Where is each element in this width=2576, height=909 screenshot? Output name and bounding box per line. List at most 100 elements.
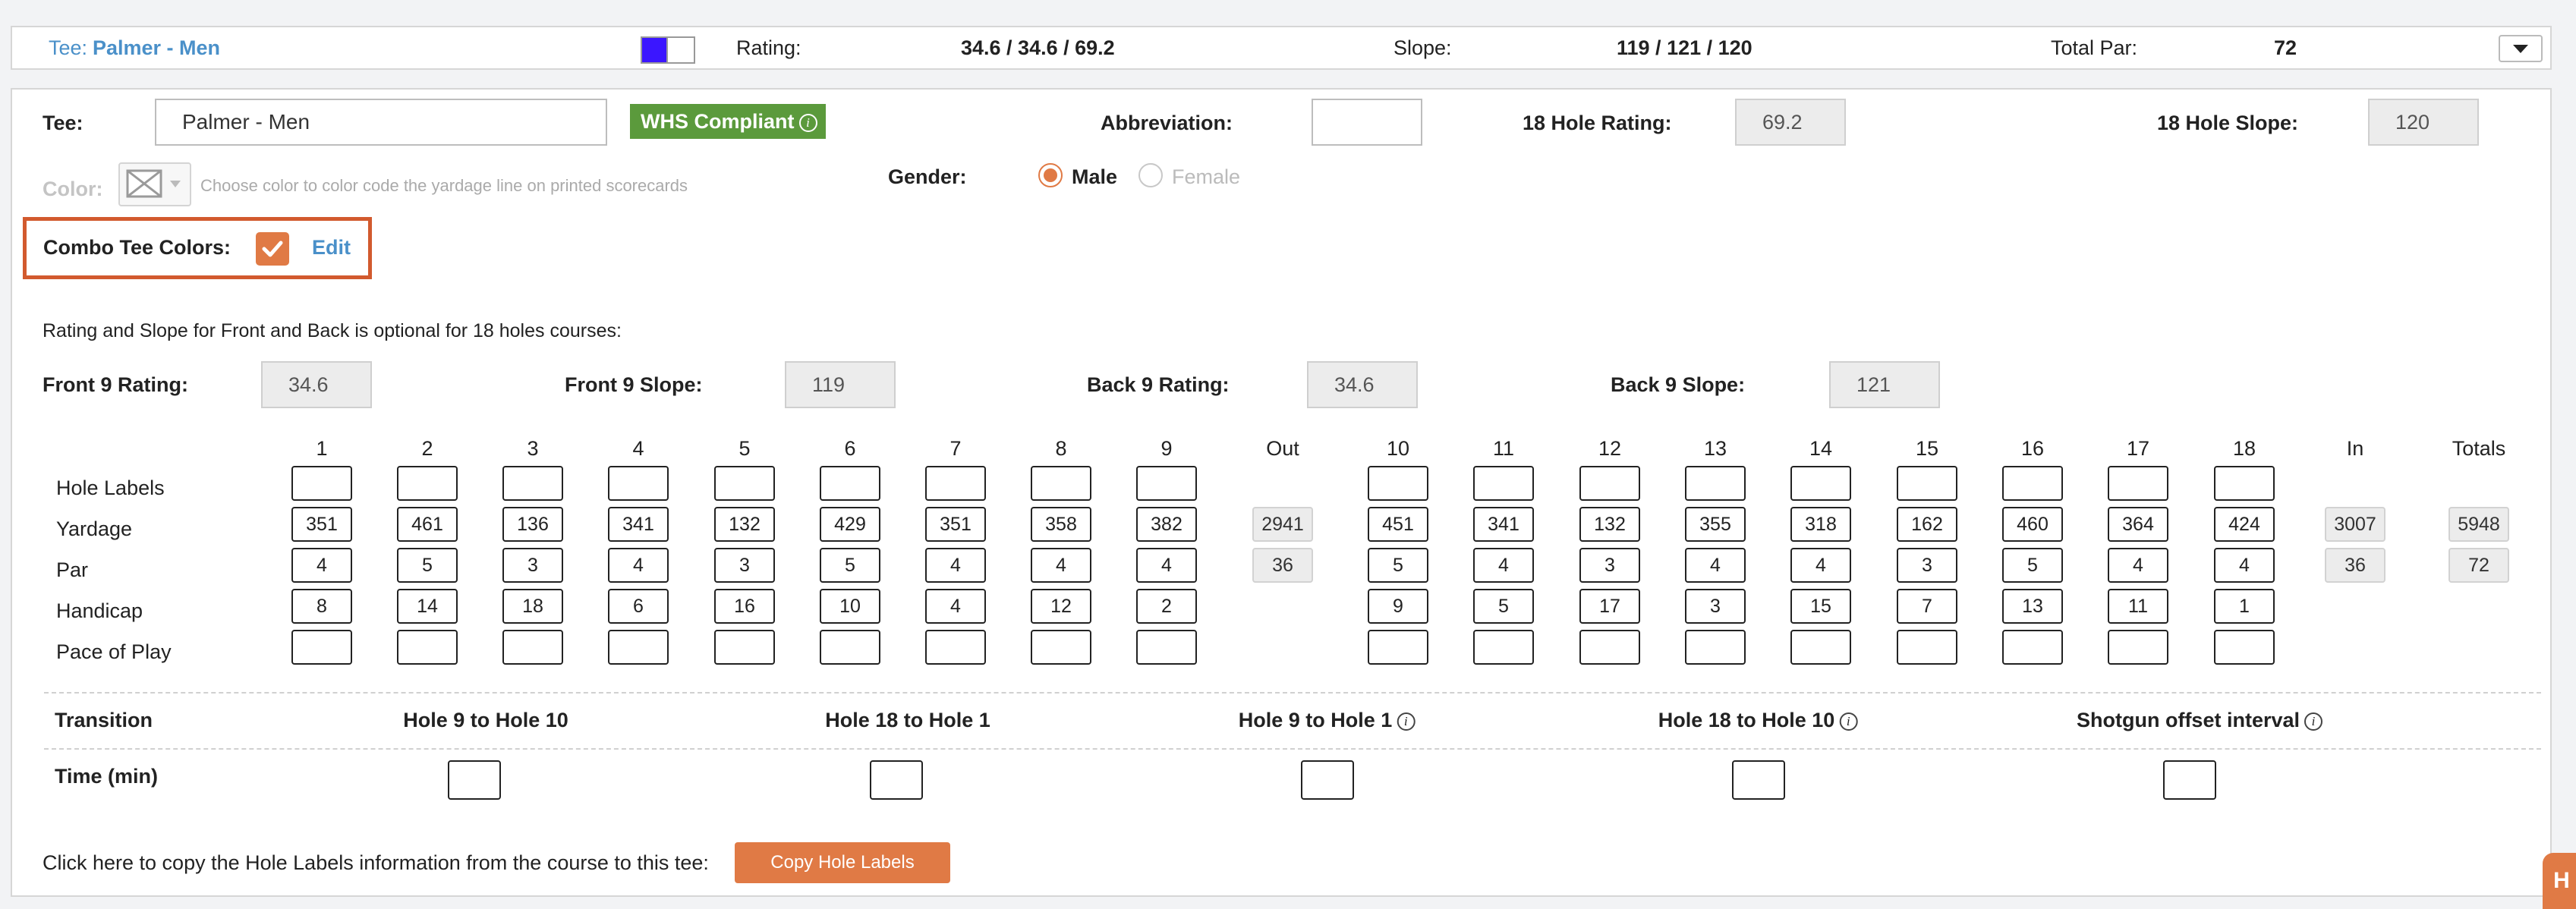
time-18-to-10-input[interactable] xyxy=(1732,760,1785,800)
par-input[interactable]: 4 xyxy=(2108,548,2168,583)
yardage-input[interactable]: 358 xyxy=(1031,507,1091,542)
yardage-input[interactable]: 429 xyxy=(820,507,880,542)
slope-18-input[interactable]: 120 xyxy=(2368,99,2479,146)
par-input[interactable]: 3 xyxy=(714,548,775,583)
yardage-input[interactable]: 132 xyxy=(714,507,775,542)
back9-slope-input[interactable]: 121 xyxy=(1829,361,1940,408)
info-icon[interactable]: i xyxy=(2304,712,2323,731)
handicap-input[interactable]: 8 xyxy=(291,589,352,624)
par-input[interactable]: 4 xyxy=(1473,548,1534,583)
hole-label-input[interactable] xyxy=(1368,466,1428,501)
collapse-toggle-button[interactable] xyxy=(2499,35,2543,62)
hole-label-input[interactable] xyxy=(1579,466,1640,501)
handicap-input[interactable]: 16 xyxy=(714,589,775,624)
handicap-input[interactable]: 9 xyxy=(1368,589,1428,624)
pace-of-play-input[interactable] xyxy=(502,630,563,665)
par-input[interactable]: 4 xyxy=(1790,548,1851,583)
yardage-input[interactable]: 351 xyxy=(925,507,986,542)
par-input[interactable]: 4 xyxy=(2214,548,2275,583)
rating-18-input[interactable]: 69.2 xyxy=(1735,99,1846,146)
pace-of-play-input[interactable] xyxy=(2214,630,2275,665)
tee-summary-name[interactable]: Palmer - Men xyxy=(93,27,220,68)
pace-of-play-input[interactable] xyxy=(2002,630,2063,665)
hole-label-input[interactable] xyxy=(608,466,669,501)
hole-label-input[interactable] xyxy=(2108,466,2168,501)
back9-rating-input[interactable]: 34.6 xyxy=(1307,361,1418,408)
hole-label-input[interactable] xyxy=(502,466,563,501)
gender-male-radio[interactable] xyxy=(1038,163,1063,187)
pace-of-play-input[interactable] xyxy=(1473,630,1534,665)
par-input[interactable]: 5 xyxy=(397,548,458,583)
hole-label-input[interactable] xyxy=(714,466,775,501)
pace-of-play-input[interactable] xyxy=(820,630,880,665)
info-icon[interactable]: i xyxy=(798,113,817,132)
gender-female-radio[interactable] xyxy=(1138,163,1163,187)
yardage-input[interactable]: 351 xyxy=(291,507,352,542)
handicap-input[interactable]: 5 xyxy=(1473,589,1534,624)
yardage-input[interactable]: 136 xyxy=(502,507,563,542)
time-9-to-1-input[interactable] xyxy=(1301,760,1354,800)
hole-label-input[interactable] xyxy=(397,466,458,501)
front9-slope-input[interactable]: 119 xyxy=(785,361,896,408)
hole-label-input[interactable] xyxy=(1790,466,1851,501)
pace-of-play-input[interactable] xyxy=(608,630,669,665)
handicap-input[interactable]: 4 xyxy=(925,589,986,624)
color-picker[interactable] xyxy=(118,162,191,206)
par-input[interactable]: 4 xyxy=(608,548,669,583)
handicap-input[interactable]: 14 xyxy=(397,589,458,624)
yardage-input[interactable]: 424 xyxy=(2214,507,2275,542)
yardage-input[interactable]: 355 xyxy=(1685,507,1746,542)
yardage-input[interactable]: 364 xyxy=(2108,507,2168,542)
pace-of-play-input[interactable] xyxy=(1368,630,1428,665)
pace-of-play-input[interactable] xyxy=(1031,630,1091,665)
abbreviation-input[interactable] xyxy=(1312,99,1422,146)
pace-of-play-input[interactable] xyxy=(1579,630,1640,665)
handicap-input[interactable]: 3 xyxy=(1685,589,1746,624)
handicap-input[interactable]: 2 xyxy=(1136,589,1197,624)
par-input[interactable]: 3 xyxy=(1897,548,1957,583)
pace-of-play-input[interactable] xyxy=(1685,630,1746,665)
hole-label-input[interactable] xyxy=(820,466,880,501)
handicap-input[interactable]: 7 xyxy=(1897,589,1957,624)
yardage-input[interactable]: 461 xyxy=(397,507,458,542)
handicap-input[interactable]: 13 xyxy=(2002,589,2063,624)
time-18-to-1-input[interactable] xyxy=(870,760,923,800)
hole-label-input[interactable] xyxy=(1897,466,1957,501)
tee-name-input[interactable]: Palmer - Men xyxy=(155,99,607,146)
front9-rating-input[interactable]: 34.6 xyxy=(261,361,372,408)
help-tab-button[interactable]: H xyxy=(2543,853,2576,909)
par-input[interactable]: 4 xyxy=(1136,548,1197,583)
handicap-input[interactable]: 1 xyxy=(2214,589,2275,624)
par-input[interactable]: 4 xyxy=(1031,548,1091,583)
pace-of-play-input[interactable] xyxy=(2108,630,2168,665)
pace-of-play-input[interactable] xyxy=(925,630,986,665)
handicap-input[interactable]: 12 xyxy=(1031,589,1091,624)
par-input[interactable]: 5 xyxy=(2002,548,2063,583)
shotgun-offset-input[interactable] xyxy=(2163,760,2216,800)
par-input[interactable]: 5 xyxy=(820,548,880,583)
hole-label-input[interactable] xyxy=(1473,466,1534,501)
par-input[interactable]: 3 xyxy=(1579,548,1640,583)
yardage-input[interactable]: 451 xyxy=(1368,507,1428,542)
par-input[interactable]: 4 xyxy=(291,548,352,583)
info-icon[interactable]: i xyxy=(1397,712,1416,731)
yardage-input[interactable]: 132 xyxy=(1579,507,1640,542)
par-input[interactable]: 4 xyxy=(925,548,986,583)
handicap-input[interactable]: 6 xyxy=(608,589,669,624)
handicap-input[interactable]: 18 xyxy=(502,589,563,624)
handicap-input[interactable]: 10 xyxy=(820,589,880,624)
pace-of-play-input[interactable] xyxy=(1136,630,1197,665)
handicap-input[interactable]: 11 xyxy=(2108,589,2168,624)
combo-tee-colors-checkbox[interactable] xyxy=(256,232,289,266)
par-input[interactable]: 5 xyxy=(1368,548,1428,583)
par-input[interactable]: 4 xyxy=(1685,548,1746,583)
hole-label-input[interactable] xyxy=(291,466,352,501)
info-icon[interactable]: i xyxy=(1839,712,1858,731)
yardage-input[interactable]: 341 xyxy=(1473,507,1534,542)
copy-hole-labels-button[interactable]: Copy Hole Labels xyxy=(735,842,950,883)
pace-of-play-input[interactable] xyxy=(714,630,775,665)
yardage-input[interactable]: 162 xyxy=(1897,507,1957,542)
yardage-input[interactable]: 460 xyxy=(2002,507,2063,542)
hole-label-input[interactable] xyxy=(2214,466,2275,501)
hole-label-input[interactable] xyxy=(1685,466,1746,501)
